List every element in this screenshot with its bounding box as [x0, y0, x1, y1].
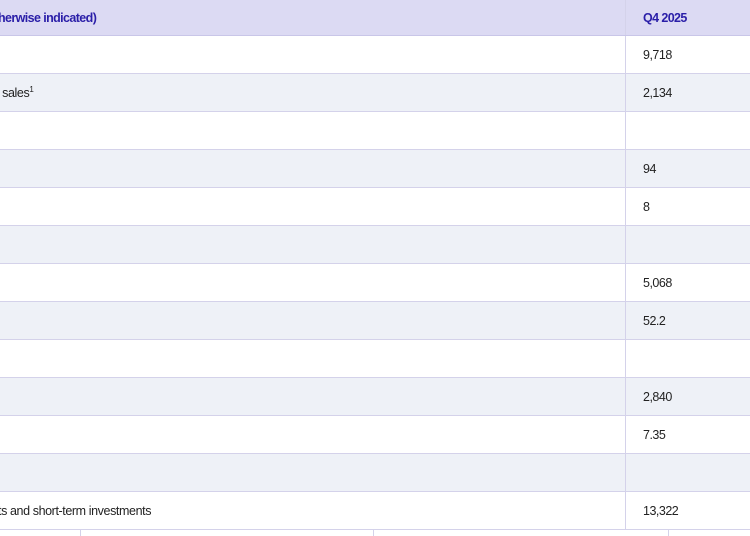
next-table-top-border — [0, 530, 750, 536]
row-label-cell — [0, 36, 626, 73]
row-value-cell: 52.2 — [626, 302, 750, 339]
row-value-cell — [626, 112, 750, 149]
header-period: Q4 2025 — [643, 10, 687, 25]
table-header-row: herwise indicated) Q4 2025 — [0, 0, 750, 36]
row-label: t sales1 — [0, 84, 34, 100]
row-label-cell: ts and short-term investments — [0, 492, 626, 529]
row-value-cell: 9,718 — [626, 36, 750, 73]
table-row: 94 — [0, 150, 750, 188]
row-label-text: t sales — [0, 85, 30, 100]
row-value-cell: 13,322 — [626, 492, 750, 529]
row-label-cell: t sales1 — [0, 74, 626, 111]
row-value-cell — [626, 454, 750, 491]
footnote-marker: 1 — [29, 84, 34, 94]
row-value: 8 — [643, 199, 650, 214]
row-label-cell — [0, 454, 626, 491]
row-label-cell — [0, 188, 626, 225]
header-label: herwise indicated) — [0, 10, 97, 25]
row-label-cell — [0, 150, 626, 187]
column-divider — [80, 530, 81, 536]
financial-summary-table: herwise indicated) Q4 2025 9,718 t sales… — [0, 0, 750, 530]
row-label-cell — [0, 340, 626, 377]
row-value: 5,068 — [643, 275, 672, 290]
row-value-cell — [626, 226, 750, 263]
table-row: 52.2 — [0, 302, 750, 340]
table-row: ts and short-term investments 13,322 — [0, 492, 750, 530]
row-label-cell — [0, 112, 626, 149]
row-value: 13,322 — [643, 503, 679, 518]
table-row: 7.35 — [0, 416, 750, 454]
header-period-cell: Q4 2025 — [626, 0, 750, 35]
row-label-cell — [0, 264, 626, 301]
row-value-cell: 94 — [626, 150, 750, 187]
row-value: 52.2 — [643, 313, 666, 328]
row-value: 2,840 — [643, 389, 672, 404]
row-label: ts and short-term investments — [0, 503, 152, 518]
column-divider — [373, 530, 374, 536]
table-row — [0, 112, 750, 150]
row-value-cell: 5,068 — [626, 264, 750, 301]
row-value-cell: 2,134 — [626, 74, 750, 111]
row-value-cell — [626, 340, 750, 377]
row-value-cell: 7.35 — [626, 416, 750, 453]
table-row — [0, 454, 750, 492]
row-label-cell — [0, 416, 626, 453]
column-divider — [668, 530, 669, 536]
table-row — [0, 340, 750, 378]
row-value: 94 — [643, 161, 656, 176]
row-label-cell — [0, 226, 626, 263]
row-value: 7.35 — [643, 427, 666, 442]
table-row — [0, 226, 750, 264]
row-value-cell: 8 — [626, 188, 750, 225]
table-row: 9,718 — [0, 36, 750, 74]
row-label-cell — [0, 378, 626, 415]
table-row: 8 — [0, 188, 750, 226]
row-value: 9,718 — [643, 47, 672, 62]
table-row: 2,840 — [0, 378, 750, 416]
row-value-cell: 2,840 — [626, 378, 750, 415]
table-row: t sales1 2,134 — [0, 74, 750, 112]
table-row: 5,068 — [0, 264, 750, 302]
row-value: 2,134 — [643, 85, 672, 100]
row-label-cell — [0, 302, 626, 339]
header-label-cell: herwise indicated) — [0, 0, 626, 35]
